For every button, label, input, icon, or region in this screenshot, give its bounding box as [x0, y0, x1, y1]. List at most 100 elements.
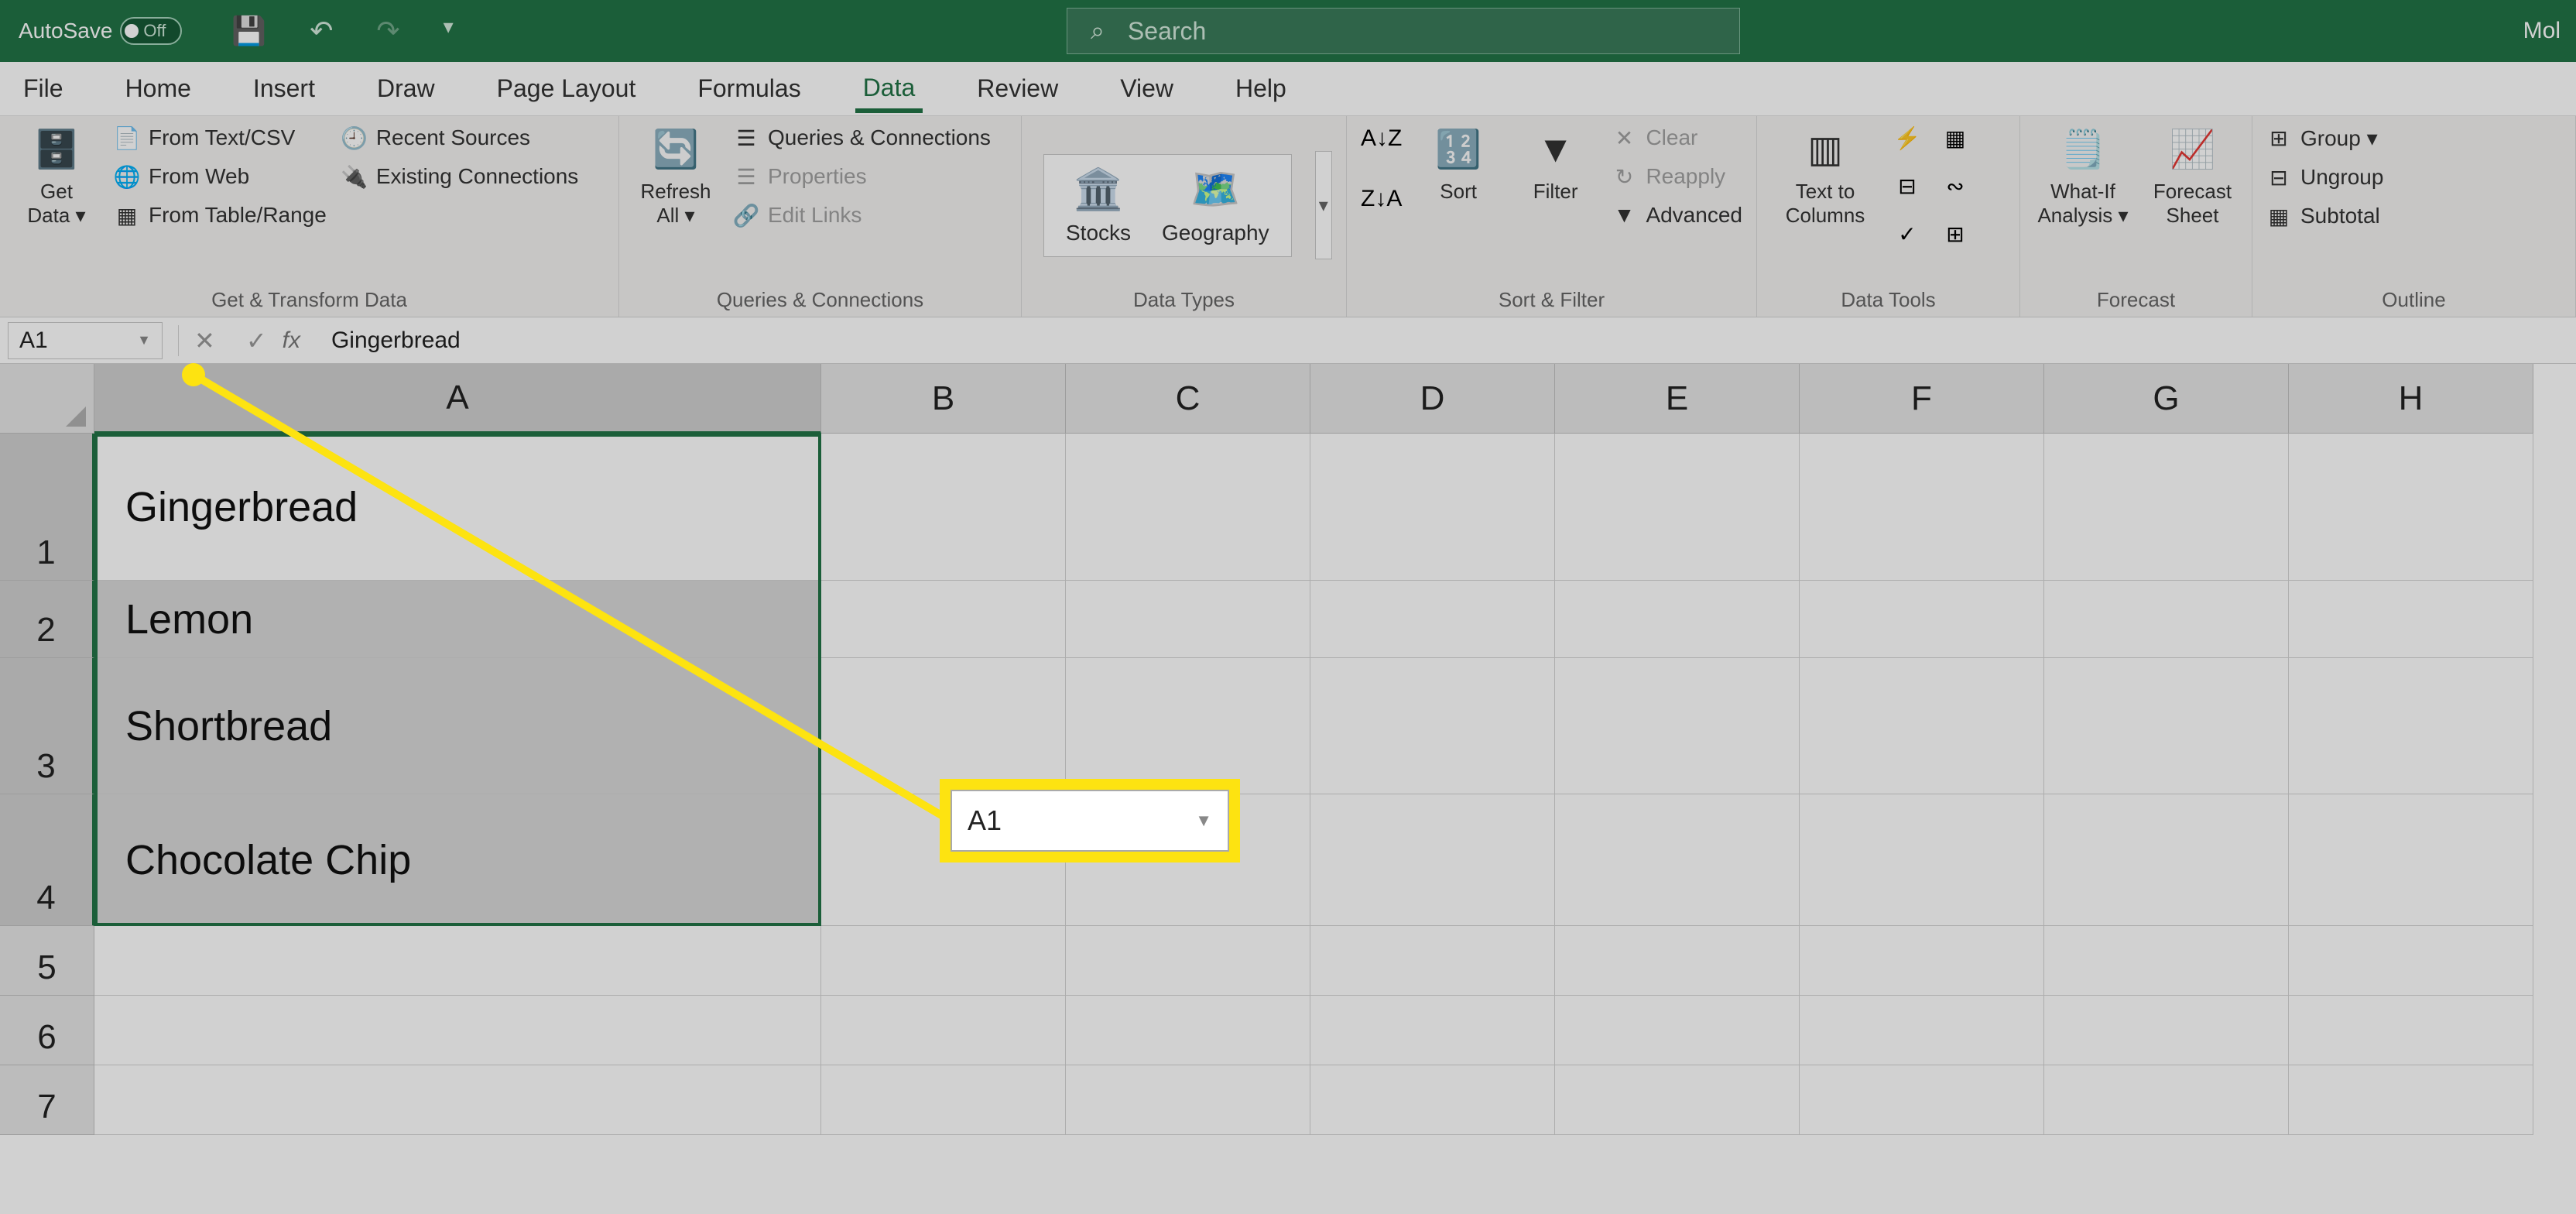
cell-E4[interactable]: [1555, 794, 1800, 926]
row-header-3[interactable]: 3: [0, 658, 94, 794]
col-header-B[interactable]: B: [821, 364, 1066, 434]
tab-review[interactable]: Review: [969, 65, 1066, 112]
recent-sources-button[interactable]: 🕘Recent Sources: [342, 125, 578, 150]
col-header-C[interactable]: C: [1066, 364, 1310, 434]
cell-H7[interactable]: [2289, 1065, 2533, 1135]
group-button[interactable]: ⊞Group ▾: [2266, 125, 2383, 151]
cell-D2[interactable]: [1310, 581, 1555, 658]
cell-C1[interactable]: [1066, 434, 1310, 581]
select-all-corner[interactable]: [0, 364, 94, 434]
row-header-5[interactable]: 5: [0, 926, 94, 996]
autosave-toggle[interactable]: AutoSave Off: [0, 17, 200, 45]
cell-E3[interactable]: [1555, 658, 1800, 794]
cell-A1[interactable]: Gingerbread: [94, 434, 821, 581]
chevron-down-icon[interactable]: ▼: [137, 332, 151, 348]
cell-C6[interactable]: [1066, 996, 1310, 1065]
cell-F3[interactable]: [1800, 658, 2044, 794]
cell-E7[interactable]: [1555, 1065, 1800, 1135]
row-header-2[interactable]: 2: [0, 581, 94, 658]
cell-H1[interactable]: [2289, 434, 2533, 581]
cell-F5[interactable]: [1800, 926, 2044, 996]
cell-F2[interactable]: [1800, 581, 2044, 658]
col-header-G[interactable]: G: [2044, 364, 2289, 434]
cancel-icon[interactable]: ✕: [194, 326, 215, 355]
cell-H6[interactable]: [2289, 996, 2533, 1065]
cell-H4[interactable]: [2289, 794, 2533, 926]
cell-F7[interactable]: [1800, 1065, 2044, 1135]
tab-insert[interactable]: Insert: [245, 65, 323, 112]
cell-G1[interactable]: [2044, 434, 2289, 581]
cell-G4[interactable]: [2044, 794, 2289, 926]
gallery-more-icon[interactable]: ▾: [1315, 151, 1332, 259]
cell-A6[interactable]: [94, 996, 821, 1065]
sort-desc-icon[interactable]: Z↓A: [1361, 186, 1402, 212]
from-table-range-button[interactable]: ▦From Table/Range: [115, 203, 327, 228]
tab-file[interactable]: File: [15, 65, 71, 112]
cell-B7[interactable]: [821, 1065, 1066, 1135]
row-header-1[interactable]: 1: [0, 434, 94, 581]
row-header-7[interactable]: 7: [0, 1065, 94, 1135]
cell-C7[interactable]: [1066, 1065, 1310, 1135]
user-account[interactable]: Mol: [2508, 0, 2576, 62]
cell-C3[interactable]: [1066, 658, 1310, 794]
toggle-pill[interactable]: Off: [120, 17, 182, 45]
consolidate-icon[interactable]: ▦: [1943, 125, 1968, 150]
tab-draw[interactable]: Draw: [369, 65, 443, 112]
tab-data[interactable]: Data: [855, 64, 923, 113]
cell-C2[interactable]: [1066, 581, 1310, 658]
cell-F1[interactable]: [1800, 434, 2044, 581]
stocks-type[interactable]: 🏛️Stocks: [1066, 166, 1131, 245]
cell-B3[interactable]: [821, 658, 1066, 794]
tab-formulas[interactable]: Formulas: [690, 65, 808, 112]
worksheet-grid[interactable]: A B C D E F G H 1Gingerbread2Lemon3Short…: [0, 364, 2576, 1135]
cell-A7[interactable]: [94, 1065, 821, 1135]
forecast-sheet-button[interactable]: 📈Forecast Sheet: [2147, 125, 2238, 228]
sort-button[interactable]: 🔢Sort: [1417, 125, 1499, 204]
cell-F6[interactable]: [1800, 996, 2044, 1065]
filter-button[interactable]: ▼Filter: [1515, 125, 1597, 204]
col-header-E[interactable]: E: [1555, 364, 1800, 434]
row-header-4[interactable]: 4: [0, 794, 94, 926]
from-web-button[interactable]: 🌐From Web: [115, 164, 327, 189]
sort-asc-icon[interactable]: A↓Z: [1361, 125, 1402, 152]
cell-D1[interactable]: [1310, 434, 1555, 581]
cell-H2[interactable]: [2289, 581, 2533, 658]
geography-type[interactable]: 🗺️Geography: [1162, 166, 1269, 245]
row-header-6[interactable]: 6: [0, 996, 94, 1065]
fx-icon[interactable]: fx: [283, 328, 300, 354]
cell-E6[interactable]: [1555, 996, 1800, 1065]
cell-E2[interactable]: [1555, 581, 1800, 658]
redo-icon[interactable]: ↷: [376, 15, 399, 47]
from-text-csv-button[interactable]: 📄From Text/CSV: [115, 125, 327, 150]
cell-G7[interactable]: [2044, 1065, 2289, 1135]
validation-icon[interactable]: ✓: [1895, 221, 1920, 246]
customize-qat-icon[interactable]: ▾: [444, 15, 454, 47]
advanced-filter-button[interactable]: ▼Advanced: [1612, 203, 1742, 228]
cell-E5[interactable]: [1555, 926, 1800, 996]
cell-D7[interactable]: [1310, 1065, 1555, 1135]
confirm-icon[interactable]: ✓: [246, 326, 267, 355]
tab-help[interactable]: Help: [1228, 65, 1294, 112]
save-icon[interactable]: 💾: [231, 15, 266, 47]
data-types-gallery[interactable]: 🏛️Stocks 🗺️Geography: [1043, 154, 1292, 257]
col-header-D[interactable]: D: [1310, 364, 1555, 434]
cell-G2[interactable]: [2044, 581, 2289, 658]
remove-dup-icon[interactable]: ⊟: [1895, 173, 1920, 198]
text-to-columns-button[interactable]: ▥Text to Columns: [1771, 125, 1879, 228]
cell-G3[interactable]: [2044, 658, 2289, 794]
cell-E1[interactable]: [1555, 434, 1800, 581]
cell-B2[interactable]: [821, 581, 1066, 658]
cell-G5[interactable]: [2044, 926, 2289, 996]
subtotal-button[interactable]: ▦Subtotal: [2266, 204, 2383, 228]
ungroup-button[interactable]: ⊟Ungroup: [2266, 165, 2383, 190]
queries-connections-button[interactable]: ☰Queries & Connections: [734, 125, 991, 150]
cell-B5[interactable]: [821, 926, 1066, 996]
manage-model-icon[interactable]: ⊞: [1943, 221, 1968, 246]
flash-fill-icon[interactable]: ⚡: [1895, 125, 1920, 150]
cell-D3[interactable]: [1310, 658, 1555, 794]
cell-D4[interactable]: [1310, 794, 1555, 926]
relationships-icon[interactable]: ∾: [1943, 173, 1968, 198]
cell-C5[interactable]: [1066, 926, 1310, 996]
col-header-H[interactable]: H: [2289, 364, 2533, 434]
search-input[interactable]: ⌕ Search: [1067, 8, 1740, 54]
